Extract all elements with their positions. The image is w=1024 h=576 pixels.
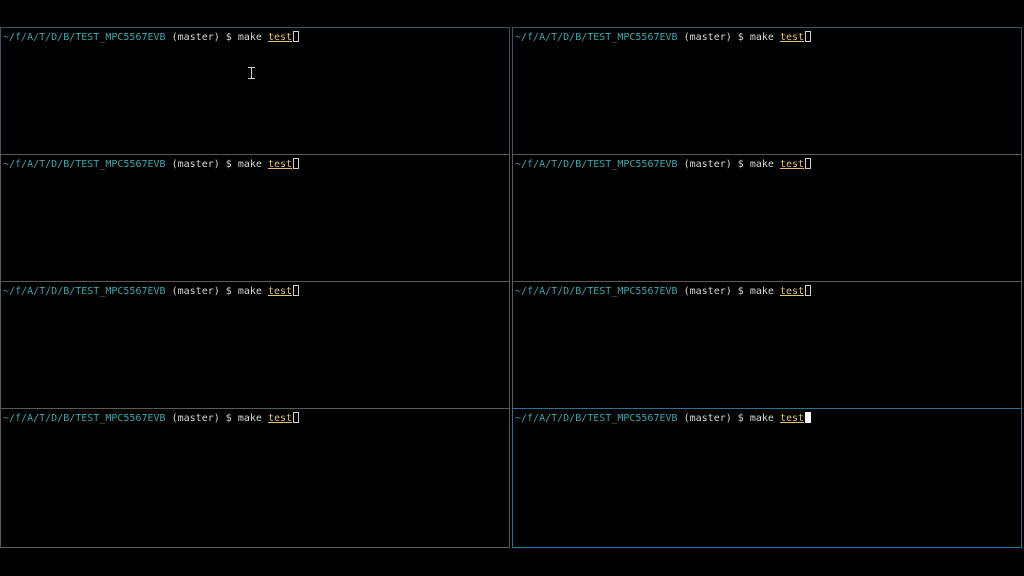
ibeam-stem: [251, 68, 252, 78]
command-argument: test: [267, 32, 293, 43]
prompt-line: ~/f/A/T/D/B/TEST_MPC5567EVB (master) $ m…: [3, 31, 300, 44]
git-branch: (master): [683, 413, 732, 424]
working-directory: ~/f/A/T/D/B/TEST_MPC5567EVB: [515, 413, 678, 424]
terminal-pane-2[interactable]: ~/f/A/T/D/B/TEST_MPC5567EVB (master) $ m…: [512, 27, 1022, 155]
command-argument: test: [779, 32, 805, 43]
git-branch: (master): [683, 159, 732, 170]
terminal-pane-5[interactable]: ~/f/A/T/D/B/TEST_MPC5567EVB (master) $ m…: [0, 281, 510, 409]
prompt-symbol: $: [225, 413, 232, 424]
command-text: make: [749, 413, 774, 424]
git-branch: (master): [171, 32, 220, 43]
text-cursor-icon: [293, 158, 300, 169]
working-directory: ~/f/A/T/D/B/TEST_MPC5567EVB: [515, 159, 678, 170]
command-text: make: [749, 159, 774, 170]
command-text: make: [237, 286, 262, 297]
prompt-symbol: $: [737, 286, 744, 297]
text-cursor-icon: [293, 31, 300, 42]
prompt-line: ~/f/A/T/D/B/TEST_MPC5567EVB (master) $ m…: [3, 158, 300, 171]
prompt-line: ~/f/A/T/D/B/TEST_MPC5567EVB (master) $ m…: [515, 412, 812, 425]
prompt-symbol: $: [737, 32, 744, 43]
command-argument: test: [779, 159, 805, 170]
text-cursor-icon: [293, 412, 300, 423]
git-branch: (master): [683, 286, 732, 297]
terminal-pane-grid: ~/f/A/T/D/B/TEST_MPC5567EVB (master) $ m…: [0, 27, 1022, 548]
text-cursor-icon: [805, 158, 812, 169]
working-directory: ~/f/A/T/D/B/TEST_MPC5567EVB: [515, 286, 678, 297]
prompt-line: ~/f/A/T/D/B/TEST_MPC5567EVB (master) $ m…: [515, 31, 812, 44]
ibeam-cap-bottom: [248, 78, 255, 79]
command-argument: test: [267, 413, 293, 424]
command-text: make: [749, 32, 774, 43]
prompt-symbol: $: [737, 159, 744, 170]
terminal-pane-6[interactable]: ~/f/A/T/D/B/TEST_MPC5567EVB (master) $ m…: [512, 281, 1022, 409]
working-directory: ~/f/A/T/D/B/TEST_MPC5567EVB: [3, 159, 166, 170]
command-text: make: [237, 32, 262, 43]
command-argument: test: [267, 286, 293, 297]
terminal-pane-4[interactable]: ~/f/A/T/D/B/TEST_MPC5567EVB (master) $ m…: [512, 154, 1022, 282]
prompt-symbol: $: [225, 159, 232, 170]
prompt-line: ~/f/A/T/D/B/TEST_MPC5567EVB (master) $ m…: [515, 285, 812, 298]
prompt-symbol: $: [225, 32, 232, 43]
terminal-pane-3[interactable]: ~/f/A/T/D/B/TEST_MPC5567EVB (master) $ m…: [0, 154, 510, 282]
command-argument: test: [779, 413, 805, 424]
working-directory: ~/f/A/T/D/B/TEST_MPC5567EVB: [3, 32, 166, 43]
text-cursor-icon: [293, 285, 300, 296]
prompt-line: ~/f/A/T/D/B/TEST_MPC5567EVB (master) $ m…: [515, 158, 812, 171]
working-directory: ~/f/A/T/D/B/TEST_MPC5567EVB: [3, 286, 166, 297]
working-directory: ~/f/A/T/D/B/TEST_MPC5567EVB: [515, 32, 678, 43]
text-cursor-icon: [805, 285, 812, 296]
ibeam-cursor-icon: [248, 67, 255, 79]
git-branch: (master): [171, 286, 220, 297]
prompt-line: ~/f/A/T/D/B/TEST_MPC5567EVB (master) $ m…: [3, 412, 300, 425]
prompt-symbol: $: [225, 286, 232, 297]
prompt-line: ~/f/A/T/D/B/TEST_MPC5567EVB (master) $ m…: [3, 285, 300, 298]
terminal-pane-8-active[interactable]: ~/f/A/T/D/B/TEST_MPC5567EVB (master) $ m…: [512, 408, 1022, 548]
terminal-pane-1[interactable]: ~/f/A/T/D/B/TEST_MPC5567EVB (master) $ m…: [0, 27, 510, 155]
command-text: make: [237, 159, 262, 170]
command-text: make: [237, 413, 262, 424]
git-branch: (master): [683, 32, 732, 43]
working-directory: ~/f/A/T/D/B/TEST_MPC5567EVB: [3, 413, 166, 424]
command-text: make: [749, 286, 774, 297]
text-cursor-icon: [805, 412, 812, 423]
git-branch: (master): [171, 159, 220, 170]
git-branch: (master): [171, 413, 220, 424]
command-argument: test: [267, 159, 293, 170]
prompt-symbol: $: [737, 413, 744, 424]
text-cursor-icon: [805, 31, 812, 42]
command-argument: test: [779, 286, 805, 297]
terminal-pane-7[interactable]: ~/f/A/T/D/B/TEST_MPC5567EVB (master) $ m…: [0, 408, 510, 548]
